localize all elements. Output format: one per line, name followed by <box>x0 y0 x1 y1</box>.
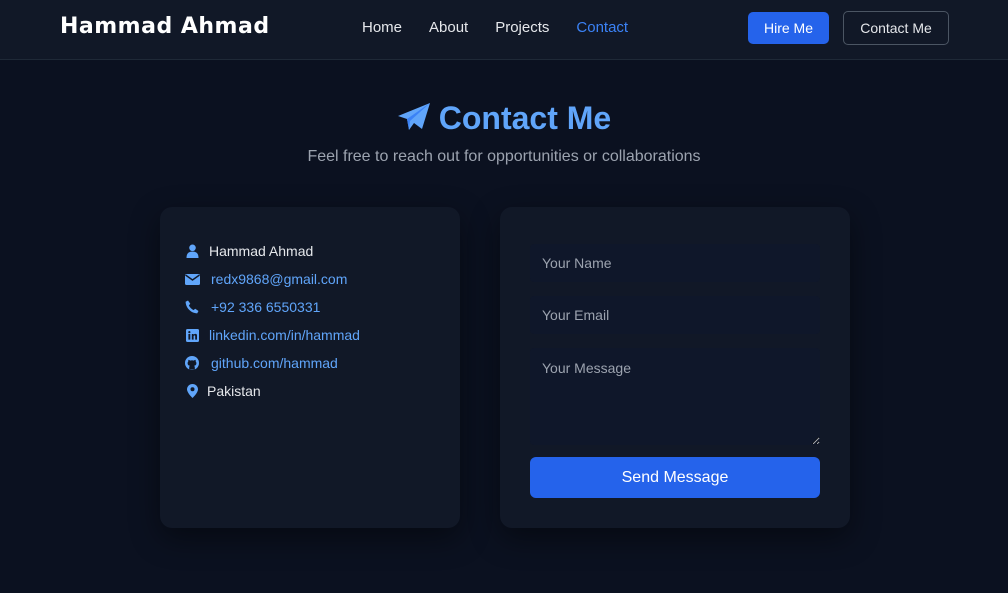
linkedin-icon <box>184 327 200 343</box>
info-github[interactable]: github.com/hammad <box>211 355 338 371</box>
contact-me-button[interactable]: Contact Me <box>843 11 949 45</box>
info-linkedin[interactable]: linkedin.com/in/hammad <box>209 327 360 343</box>
user-icon <box>184 243 200 259</box>
info-name-row: Hammad Ahmad <box>184 243 313 259</box>
brand-name[interactable]: Hammad Ahmad <box>60 14 270 39</box>
page-title-text: Contact Me <box>438 100 612 136</box>
contact-form-card: Send Message <box>500 207 850 528</box>
info-location: Pakistan <box>207 383 261 399</box>
message-textarea[interactable] <box>530 348 820 445</box>
nav-link-contact[interactable]: Contact <box>576 19 628 36</box>
paper-plane-icon <box>397 102 431 140</box>
phone-icon <box>184 299 200 315</box>
nav-links: Home About Projects Contact <box>362 19 655 36</box>
info-phone-row: +92 336 6550331 <box>184 299 320 315</box>
envelope-icon <box>184 271 200 287</box>
info-github-row: github.com/hammad <box>184 355 338 371</box>
page-title: Contact Me <box>0 100 1008 140</box>
info-location-row: Pakistan <box>184 383 261 399</box>
nav-link-about[interactable]: About <box>429 19 468 36</box>
nav-link-projects[interactable]: Projects <box>495 19 549 36</box>
hire-me-button[interactable]: Hire Me <box>748 12 829 44</box>
nav-link-home[interactable]: Home <box>362 19 402 36</box>
send-message-button[interactable]: Send Message <box>530 457 820 498</box>
info-email-row: redx9868@gmail.com <box>184 271 347 287</box>
info-email[interactable]: redx9868@gmail.com <box>211 271 347 287</box>
info-name: Hammad Ahmad <box>209 243 314 259</box>
github-icon <box>184 355 200 371</box>
info-phone[interactable]: +92 336 6550331 <box>211 299 320 315</box>
map-pin-icon <box>184 383 200 399</box>
page-subtitle: Feel free to reach out for opportunities… <box>307 148 701 165</box>
contact-info-card: Hammad Ahmad redx9868@gmail.com +92 336 … <box>160 207 460 528</box>
email-input[interactable] <box>530 296 820 334</box>
navbar: Hammad Ahmad Home About Projects Contact… <box>0 0 1008 60</box>
name-input[interactable] <box>530 244 820 282</box>
info-linkedin-row: linkedin.com/in/hammad <box>184 327 360 343</box>
